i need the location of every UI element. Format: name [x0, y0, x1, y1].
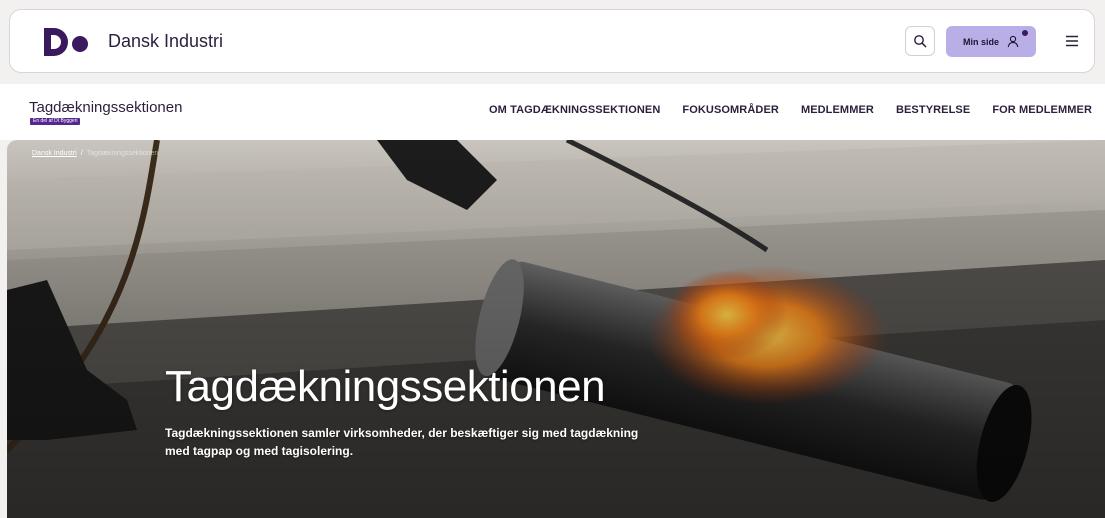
search-icon — [914, 35, 927, 48]
hamburger-menu-icon — [1066, 35, 1078, 47]
user-icon — [1007, 35, 1019, 48]
di-logo[interactable] — [42, 26, 98, 58]
nav-link-medlemmer[interactable]: MEDLEMMER — [801, 104, 874, 116]
hero-image — [7, 140, 1105, 518]
notification-dot — [1022, 30, 1028, 36]
section-nav: Tagdækningssektionen En del af DI Bygger… — [0, 84, 1105, 140]
breadcrumb-home-link[interactable]: Dansk Industri — [32, 150, 77, 157]
hero-title: Tagdækningssektionen — [165, 362, 606, 411]
breadcrumb-current: Tagdækningssektionen — [86, 150, 159, 157]
section-badge: En del af DI Byggeri — [30, 118, 81, 125]
top-bar: Dansk Industri Min side — [9, 9, 1095, 73]
hero-banner: Dansk Industri / Tagdækningssektionen Ta… — [7, 140, 1105, 518]
nav-link-bestyrelse[interactable]: BESTYRELSE — [896, 104, 970, 116]
nav-link-for-medlemmer[interactable]: FOR MEDLEMMER — [992, 104, 1092, 116]
brand-name[interactable]: Dansk Industri — [108, 31, 223, 52]
hero-description: Tagdækningssektionen samler virksomheder… — [165, 426, 639, 458]
section-nav-links: OM TAGDÆKNINGSSEKTIONEN FOKUSOMRÅDER MED… — [489, 104, 1092, 116]
min-side-button[interactable]: Min side — [946, 26, 1036, 57]
min-side-label: Min side — [962, 36, 999, 47]
search-button[interactable] — [905, 26, 935, 56]
page: Dansk Industri Min side Tagdækningssekti… — [0, 0, 1105, 518]
nav-link-fokusomraader[interactable]: FOKUSOMRÅDER — [682, 104, 779, 116]
breadcrumb-separator: / — [80, 150, 83, 157]
section-title[interactable]: Tagdækningssektionen — [29, 99, 182, 116]
breadcrumb: Dansk Industri / Tagdækningssektionen — [32, 150, 158, 157]
menu-button[interactable] — [1062, 32, 1082, 50]
nav-link-om[interactable]: OM TAGDÆKNINGSSEKTIONEN — [489, 104, 660, 116]
